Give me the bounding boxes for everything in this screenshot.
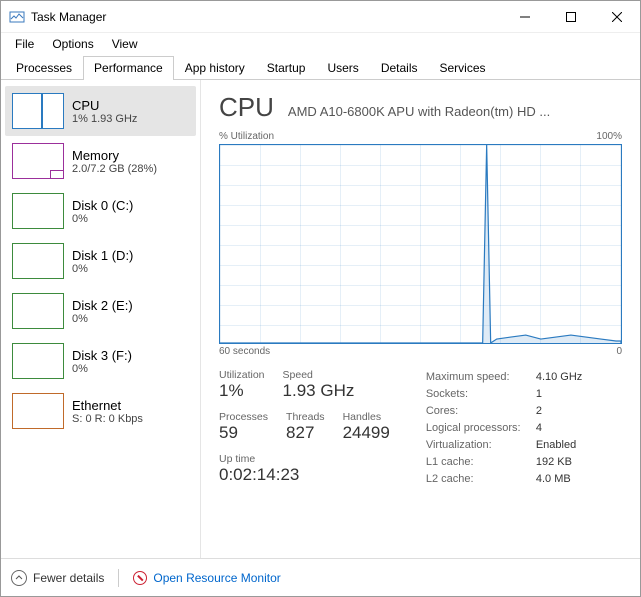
threads-label: Threads <box>286 411 325 423</box>
sidebar-item-ethernet[interactable]: Ethernet S: 0 R: 0 Kbps <box>5 386 196 436</box>
sidebar-label: CPU <box>72 98 137 113</box>
menu-options[interactable]: Options <box>44 35 101 53</box>
kv-key: Cores: <box>426 403 536 420</box>
kv-key: L2 cache: <box>426 471 536 488</box>
speed-value: 1.93 GHz <box>283 381 355 401</box>
kv-key: L1 cache: <box>426 454 536 471</box>
utilization-label: Utilization <box>219 369 265 381</box>
utilization-value: 1% <box>219 381 265 401</box>
kv-val: Enabled <box>536 439 576 451</box>
sidebar-sub: 2.0/7.2 GB (28%) <box>72 163 157 175</box>
memory-thumb-icon <box>12 143 64 179</box>
cpu-device-name: AMD A10-6800K APU with Radeon(tm) HD ... <box>288 104 622 119</box>
fewer-details-button[interactable]: Fewer details <box>11 570 104 586</box>
menu-file[interactable]: File <box>7 35 42 53</box>
disk-thumb-icon <box>12 243 64 279</box>
close-button[interactable] <box>594 1 640 33</box>
task-manager-icon <box>9 9 25 25</box>
uptime-value: 0:02:14:23 <box>219 465 390 485</box>
sidebar-item-memory[interactable]: Memory 2.0/7.2 GB (28%) <box>5 136 196 186</box>
sidebar-sub: 0% <box>72 363 132 375</box>
cpu-thumb-icon <box>12 93 64 129</box>
sidebar-item-cpu[interactable]: CPU 1% 1.93 GHz <box>5 86 196 136</box>
ethernet-thumb-icon <box>12 393 64 429</box>
chart-bottom-right-label: 0 <box>616 346 622 357</box>
sidebar-label: Disk 1 (D:) <box>72 248 133 263</box>
sidebar-label: Memory <box>72 148 157 163</box>
kv-val: 2 <box>536 405 542 417</box>
chart-top-left-label: % Utilization <box>219 131 274 142</box>
minimize-button[interactable] <box>502 1 548 33</box>
tab-startup[interactable]: Startup <box>256 56 317 80</box>
tab-app-history[interactable]: App history <box>174 56 256 80</box>
disk-thumb-icon <box>12 193 64 229</box>
resource-monitor-icon <box>133 571 147 585</box>
sidebar: CPU 1% 1.93 GHz Memory 2.0/7.2 GB (28%) … <box>1 80 201 558</box>
resource-monitor-label: Open Resource Monitor <box>153 571 280 585</box>
uptime-label: Up time <box>219 453 390 465</box>
tab-users[interactable]: Users <box>316 56 369 80</box>
titlebar: Task Manager <box>1 1 640 33</box>
cpu-utilization-chart[interactable] <box>219 144 622 344</box>
disk-thumb-icon <box>12 293 64 329</box>
tab-details[interactable]: Details <box>370 56 429 80</box>
menubar: File Options View <box>1 33 640 55</box>
tab-processes[interactable]: Processes <box>5 56 83 80</box>
kv-key: Sockets: <box>426 386 536 403</box>
sidebar-label: Disk 0 (C:) <box>72 198 133 213</box>
detail-heading: CPU <box>219 92 274 123</box>
handles-label: Handles <box>343 411 390 423</box>
kv-val: 4.0 MB <box>536 473 571 485</box>
disk-thumb-icon <box>12 343 64 379</box>
kv-key: Logical processors: <box>426 420 536 437</box>
tab-row: Processes Performance App history Startu… <box>1 55 640 80</box>
tab-services[interactable]: Services <box>429 56 497 80</box>
sidebar-label: Disk 2 (E:) <box>72 298 133 313</box>
open-resource-monitor-link[interactable]: Open Resource Monitor <box>133 571 280 585</box>
sidebar-sub: S: 0 R: 0 Kbps <box>72 413 143 425</box>
sidebar-label: Disk 3 (F:) <box>72 348 132 363</box>
kv-val: 4.10 GHz <box>536 371 582 383</box>
sidebar-label: Ethernet <box>72 398 143 413</box>
sidebar-sub: 0% <box>72 313 133 325</box>
chevron-up-icon <box>11 570 27 586</box>
chart-bottom-left-label: 60 seconds <box>219 346 270 357</box>
processes-value: 59 <box>219 423 268 443</box>
kv-val: 1 <box>536 388 542 400</box>
main-area: CPU 1% 1.93 GHz Memory 2.0/7.2 GB (28%) … <box>1 80 640 558</box>
sidebar-item-disk1[interactable]: Disk 1 (D:) 0% <box>5 236 196 286</box>
detail-panel: CPU AMD A10-6800K APU with Radeon(tm) HD… <box>201 80 640 558</box>
sidebar-sub: 0% <box>72 263 133 275</box>
maximize-button[interactable] <box>548 1 594 33</box>
cpu-spec-table: Maximum speed:4.10 GHz Sockets:1 Cores:2… <box>426 369 582 488</box>
chart-top-right-label: 100% <box>596 131 622 142</box>
divider <box>118 569 119 587</box>
handles-value: 24499 <box>343 423 390 443</box>
processes-label: Processes <box>219 411 268 423</box>
menu-view[interactable]: View <box>104 35 146 53</box>
window-title: Task Manager <box>31 10 502 24</box>
sidebar-item-disk3[interactable]: Disk 3 (F:) 0% <box>5 336 196 386</box>
sidebar-sub: 0% <box>72 213 133 225</box>
sidebar-item-disk2[interactable]: Disk 2 (E:) 0% <box>5 286 196 336</box>
speed-label: Speed <box>283 369 355 381</box>
fewer-details-label: Fewer details <box>33 571 104 585</box>
sidebar-sub: 1% 1.93 GHz <box>72 113 137 125</box>
threads-value: 827 <box>286 423 325 443</box>
footer: Fewer details Open Resource Monitor <box>1 558 640 596</box>
kv-key: Virtualization: <box>426 437 536 454</box>
sidebar-item-disk0[interactable]: Disk 0 (C:) 0% <box>5 186 196 236</box>
kv-key: Maximum speed: <box>426 369 536 386</box>
tab-performance[interactable]: Performance <box>83 56 174 80</box>
kv-val: 4 <box>536 422 542 434</box>
kv-val: 192 KB <box>536 456 572 468</box>
